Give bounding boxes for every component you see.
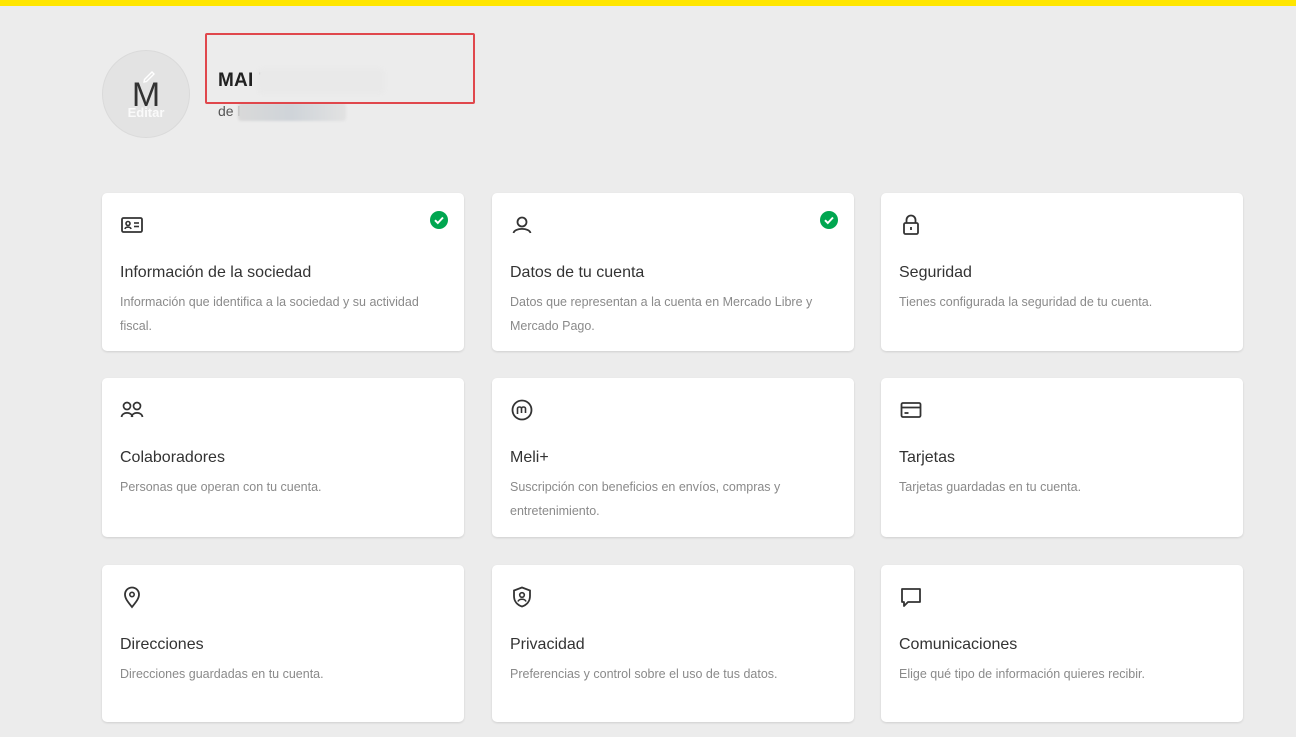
avatar[interactable]: M Editar	[102, 50, 190, 138]
card-description: Direcciones guardadas en tu cuenta.	[120, 667, 324, 681]
card-meli-plus[interactable]: Meli+ Suscripción con beneficios en enví…	[492, 378, 854, 537]
card-title: Comunicaciones	[899, 636, 1018, 653]
meli-plus-icon	[511, 399, 533, 421]
card-description: Tarjetas guardadas en tu cuenta.	[899, 480, 1082, 494]
avatar-edit-label[interactable]: Editar	[103, 105, 189, 120]
card-title: Meli+	[510, 449, 549, 466]
chat-bubble-icon	[901, 588, 921, 607]
id-card-icon	[121, 217, 143, 233]
card-description: Personas que operan con tu cuenta.	[120, 480, 322, 494]
card-title: Datos de tu cuenta	[510, 264, 645, 281]
privacy-shield-icon	[513, 586, 531, 608]
card-colaboradores[interactable]: Colaboradores Personas que operan con tu…	[102, 378, 464, 537]
card-description: Información que identifica a la sociedad…	[120, 295, 419, 333]
redaction-blur	[238, 103, 346, 121]
verified-check-icon	[820, 211, 838, 229]
card-title: Privacidad	[510, 636, 585, 653]
users-icon	[120, 401, 144, 418]
card-datos-cuenta[interactable]: Datos de tu cuenta Datos que representan…	[492, 193, 854, 351]
card-description: Elige qué tipo de información quieres re…	[899, 667, 1145, 681]
card-title: Direcciones	[120, 636, 204, 653]
card-tarjetas[interactable]: Tarjetas Tarjetas guardadas en tu cuenta…	[881, 378, 1243, 537]
card-title: Colaboradores	[120, 449, 225, 466]
card-description: Datos que representan a la cuenta en Mer…	[510, 295, 813, 333]
highlight-annotation	[205, 33, 475, 104]
card-informacion-sociedad[interactable]: Información de la sociedad Información q…	[102, 193, 464, 351]
card-description: Preferencias y control sobre el uso de t…	[510, 667, 778, 681]
card-description: Tienes configurada la seguridad de tu cu…	[899, 295, 1153, 309]
card-comunicaciones[interactable]: Comunicaciones Elige qué tipo de informa…	[881, 565, 1243, 722]
card-direcciones[interactable]: Direcciones Direcciones guardadas en tu …	[102, 565, 464, 722]
card-description: Suscripción con beneficios en envíos, co…	[510, 480, 781, 518]
user-icon	[512, 216, 532, 234]
verified-check-icon	[430, 211, 448, 229]
card-title: Seguridad	[899, 264, 972, 281]
top-yellow-bar	[0, 0, 1296, 6]
card-icon	[900, 402, 922, 418]
card-seguridad[interactable]: Seguridad Tienes configurada la segurida…	[881, 193, 1243, 351]
card-title: Tarjetas	[899, 449, 956, 466]
card-title: Información de la sociedad	[120, 264, 312, 281]
card-privacidad[interactable]: Privacidad Preferencias y control sobre …	[492, 565, 854, 722]
lock-icon	[903, 214, 919, 235]
location-pin-icon	[124, 586, 140, 609]
